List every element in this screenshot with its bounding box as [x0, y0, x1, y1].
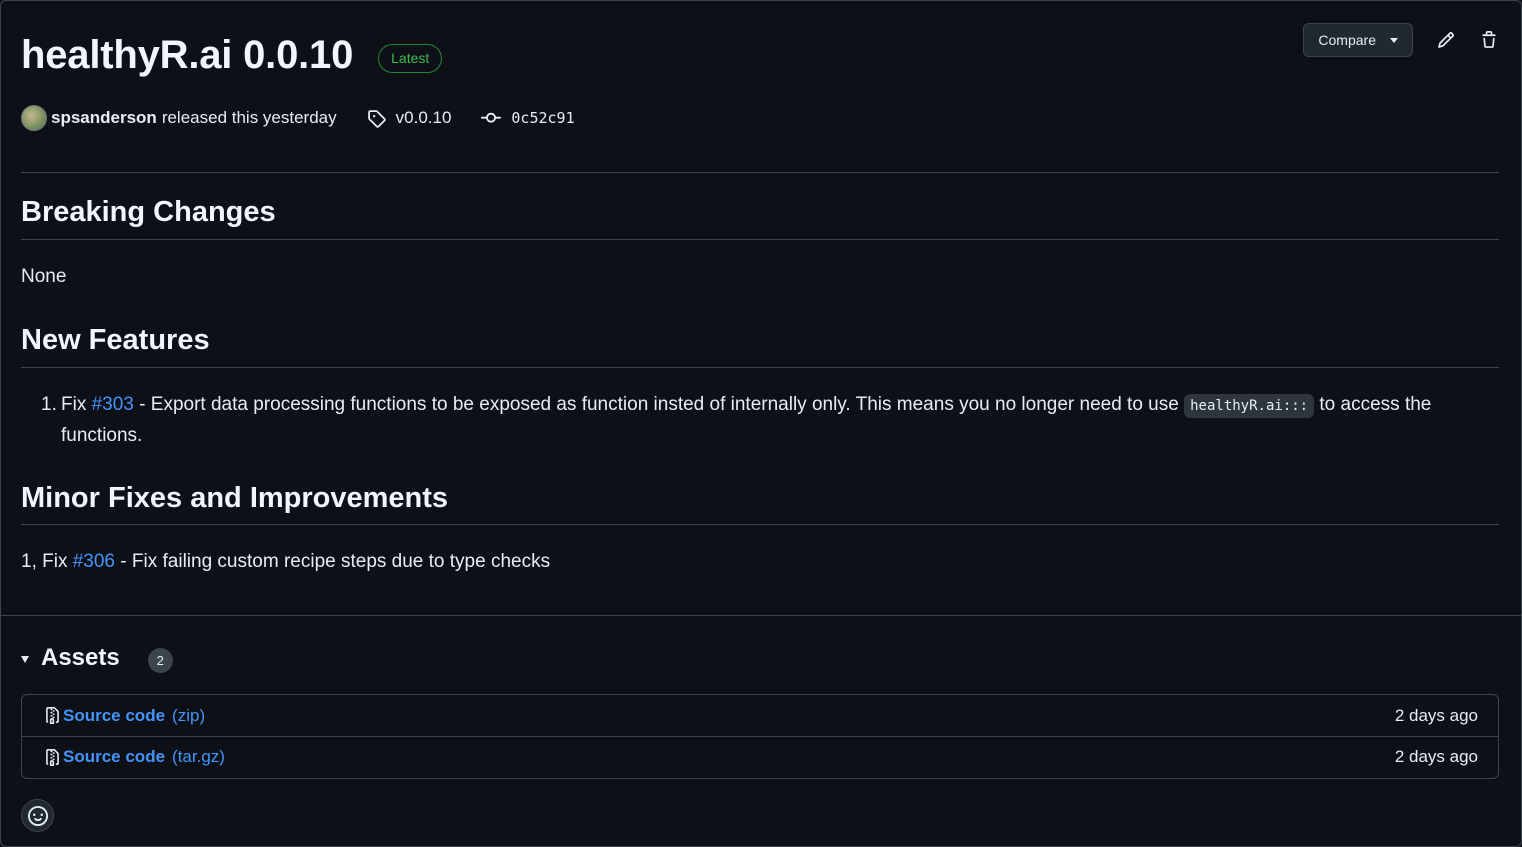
- heading-underline: [21, 524, 1499, 525]
- inline-code: healthyR.ai:::: [1184, 394, 1315, 418]
- file-zip-icon: [46, 748, 59, 766]
- commit-sha: 0c52c91: [511, 109, 575, 127]
- tag-icon: [367, 109, 386, 128]
- features-list: 1. Fix #303 - Export data processing fun…: [41, 390, 1493, 451]
- release-actions: Compare: [1303, 23, 1499, 57]
- asset-format: (tar.gz): [172, 747, 225, 766]
- release-title[interactable]: healthyR.ai 0.0.10: [21, 33, 353, 78]
- release-meta: spsanderson released this yesterday v0.0…: [21, 104, 575, 132]
- assets-count-badge: 2: [147, 648, 173, 673]
- assets-title: Assets: [41, 644, 120, 671]
- asset-row: Source code (tar.gz) 2 days ago: [22, 736, 1498, 777]
- smiley-icon: [27, 805, 48, 826]
- issue-link-303[interactable]: #303: [92, 394, 134, 415]
- assets-list: Source code (zip) 2 days ago Source code…: [21, 694, 1499, 779]
- chevron-down-icon: [1390, 37, 1398, 43]
- heading-underline: [21, 239, 1499, 240]
- release-header: healthyR.ai 0.0.10 Latest: [21, 31, 443, 79]
- list-item-number: 1.: [41, 394, 57, 415]
- file-zip-icon: [46, 707, 59, 724]
- heading-new-features: New Features: [21, 324, 210, 356]
- asset-row: Source code (zip) 2 days ago: [22, 695, 1498, 736]
- heading-minor-fixes: Minor Fixes and Improvements: [21, 482, 449, 514]
- asset-date: 2 days ago: [1394, 705, 1478, 725]
- heading-underline: [21, 367, 1499, 368]
- compare-button[interactable]: Compare: [1303, 23, 1413, 57]
- released-text: released this yesterday: [161, 108, 337, 127]
- issue-link-306[interactable]: #306: [73, 551, 115, 572]
- add-reaction-button[interactable]: [21, 799, 54, 832]
- commit-link[interactable]: 0c52c91: [481, 108, 575, 128]
- fix-prefix: 1, Fix: [21, 551, 68, 572]
- fix-description: - Fix failing custom recipe steps due to…: [120, 551, 551, 572]
- commit-icon: [481, 112, 502, 123]
- compare-label: Compare: [1318, 32, 1376, 48]
- list-item: Fix #303 - Export data processing functi…: [61, 390, 1493, 451]
- tag-label: v0.0.10: [395, 108, 452, 127]
- asset-date: 2 days ago: [1394, 747, 1478, 766]
- asset-link-targz[interactable]: Source code (tar.gz): [44, 747, 225, 767]
- pencil-icon[interactable]: [1436, 30, 1456, 50]
- breaking-changes-text: None: [21, 266, 67, 287]
- author-link[interactable]: spsanderson: [51, 108, 157, 128]
- asset-name: Source code: [63, 705, 166, 725]
- caret-down-icon: [21, 656, 29, 663]
- feature-text-a: - Export data processing functions to be…: [139, 394, 1179, 415]
- asset-format: (zip): [172, 705, 206, 725]
- heading-breaking-changes: Breaking Changes: [21, 196, 276, 228]
- divider: [21, 172, 1499, 173]
- tag-link[interactable]: v0.0.10: [367, 108, 452, 128]
- assets-separator: [0, 615, 1522, 616]
- latest-badge: Latest: [378, 43, 443, 73]
- minor-fix-text: 1, Fix #306 - Fix failing custom recipe …: [21, 551, 550, 573]
- trash-icon[interactable]: [1479, 30, 1499, 50]
- assets-toggle[interactable]: Assets 2: [21, 643, 173, 673]
- fix-prefix: Fix: [61, 394, 87, 415]
- avatar[interactable]: [21, 105, 47, 131]
- asset-link-zip[interactable]: Source code (zip): [44, 706, 205, 726]
- asset-name: Source code: [63, 747, 166, 766]
